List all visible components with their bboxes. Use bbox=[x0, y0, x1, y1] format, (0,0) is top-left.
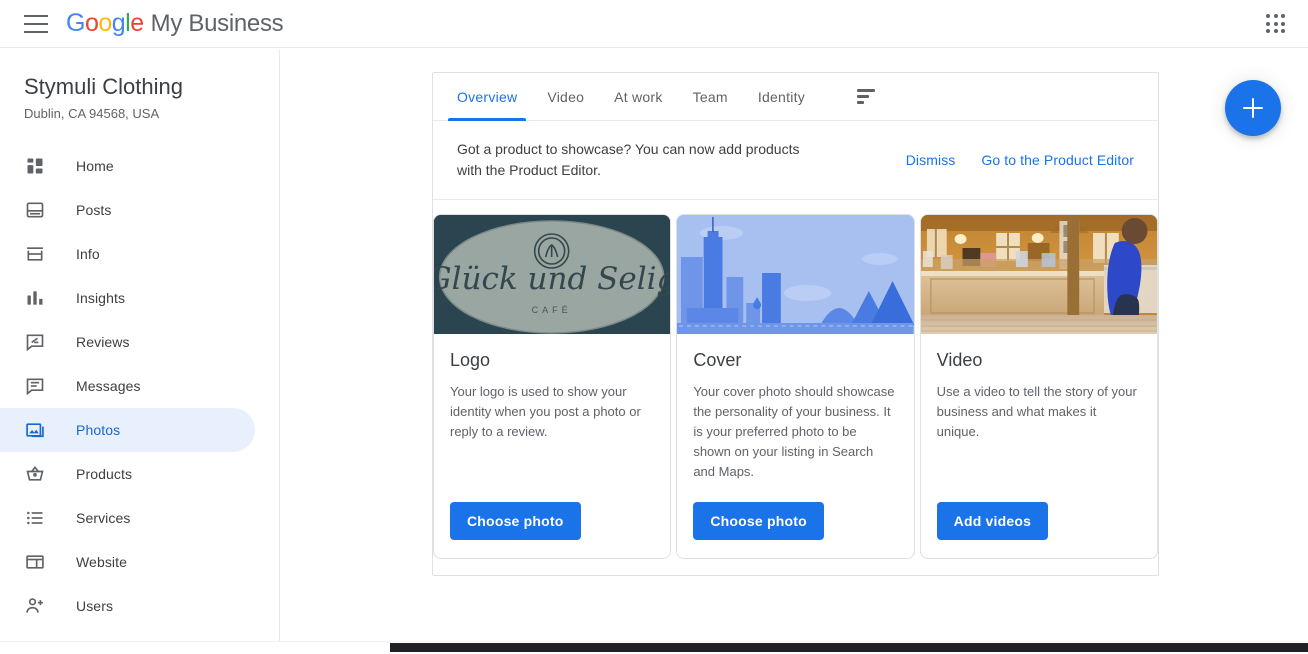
main-content: Overview Video At work Team Identity Got… bbox=[281, 49, 1308, 654]
sidebar-item-posts[interactable]: Posts bbox=[0, 188, 255, 232]
photo-cards: Glück und Selig CAFÉ Logo Your logo is u… bbox=[433, 200, 1158, 575]
card-footer: Choose photo bbox=[677, 502, 913, 558]
sidebar: Stymuli Clothing Dublin, CA 94568, USA H… bbox=[0, 49, 280, 654]
card-body: Logo Your logo is used to show your iden… bbox=[434, 334, 670, 502]
tab-identity[interactable]: Identity bbox=[758, 73, 805, 121]
review-icon bbox=[24, 331, 46, 353]
cover-city-illustration[interactable] bbox=[677, 215, 913, 334]
shop-interior-photo[interactable] bbox=[921, 215, 1157, 334]
horizontal-scrollbar[interactable] bbox=[281, 641, 1308, 654]
app-header: Google My Business bbox=[0, 0, 1308, 48]
svg-text:CAFÉ: CAFÉ bbox=[532, 305, 572, 315]
product-editor-banner: Got a product to showcase? You can now a… bbox=[433, 121, 1158, 200]
photo-icon bbox=[24, 419, 46, 441]
photo-tabs: Overview Video At work Team Identity bbox=[433, 73, 1158, 121]
card-footer: Choose photo bbox=[434, 502, 670, 558]
card-title: Video bbox=[937, 348, 1141, 372]
sidebar-item-label: Info bbox=[76, 246, 100, 262]
sidebar-item-label: Photos bbox=[76, 422, 120, 438]
card-cover: Cover Your cover photo should showcase t… bbox=[676, 214, 914, 559]
product-name: My Business bbox=[151, 10, 284, 38]
card-body: Cover Your cover photo should showcase t… bbox=[677, 334, 913, 502]
basket-icon bbox=[24, 463, 46, 485]
google-apps-grid-icon[interactable] bbox=[1262, 10, 1290, 38]
scrollbar-corner bbox=[0, 641, 281, 654]
sidebar-item-label: Home bbox=[76, 158, 114, 174]
business-address: Dublin, CA 94568, USA bbox=[24, 106, 279, 122]
sidebar-item-users[interactable]: Users bbox=[0, 584, 255, 628]
sidebar-item-label: Website bbox=[76, 554, 127, 570]
sidebar-item-website[interactable]: Website bbox=[0, 540, 255, 584]
message-icon bbox=[24, 375, 46, 397]
add-photo-fab[interactable] bbox=[1225, 80, 1281, 136]
banner-message: Got a product to showcase? You can now a… bbox=[457, 139, 817, 181]
hamburger-menu-icon[interactable] bbox=[24, 15, 48, 33]
card-description: Your cover photo should showcase the per… bbox=[693, 382, 897, 482]
card-footer: Add videos bbox=[921, 502, 1157, 558]
go-to-product-editor-button[interactable]: Go to the Product Editor bbox=[981, 152, 1134, 168]
svg-text:Glück und Selig: Glück und Selig bbox=[434, 261, 670, 297]
sidebar-item-info[interactable]: Info bbox=[0, 232, 255, 276]
dismiss-button[interactable]: Dismiss bbox=[906, 152, 956, 168]
brand-logo[interactable]: Google My Business bbox=[66, 9, 283, 38]
sidebar-item-home[interactable]: Home bbox=[0, 144, 255, 188]
posts-icon bbox=[24, 199, 46, 221]
sidebar-item-products[interactable]: Products bbox=[0, 452, 255, 496]
sidebar-nav: Home Posts Info Insights Reviews bbox=[0, 144, 279, 628]
tab-overview[interactable]: Overview bbox=[457, 73, 517, 121]
sidebar-item-label: Products bbox=[76, 466, 132, 482]
horizontal-scrollbar-thumb[interactable] bbox=[390, 643, 1308, 652]
card-body: Video Use a video to tell the story of y… bbox=[921, 334, 1157, 502]
sidebar-item-photos[interactable]: Photos bbox=[0, 408, 255, 452]
person-add-icon bbox=[24, 595, 46, 617]
card-title: Cover bbox=[693, 348, 897, 372]
sidebar-item-messages[interactable]: Messages bbox=[0, 364, 255, 408]
tab-video[interactable]: Video bbox=[547, 73, 584, 121]
choose-photo-cover-button[interactable]: Choose photo bbox=[693, 502, 824, 540]
sidebar-item-label: Reviews bbox=[76, 334, 130, 350]
card-description: Your logo is used to show your identity … bbox=[450, 382, 654, 442]
sidebar-item-label: Services bbox=[76, 510, 130, 526]
sidebar-item-services[interactable]: Services bbox=[0, 496, 255, 540]
sidebar-item-label: Posts bbox=[76, 202, 112, 218]
storefront-icon bbox=[24, 243, 46, 265]
sidebar-item-label: Insights bbox=[76, 290, 125, 306]
sidebar-item-label: Messages bbox=[76, 378, 141, 394]
website-icon bbox=[24, 551, 46, 573]
sidebar-item-reviews[interactable]: Reviews bbox=[0, 320, 255, 364]
card-video: Video Use a video to tell the story of y… bbox=[920, 214, 1158, 559]
list-icon bbox=[24, 507, 46, 529]
card-title: Logo bbox=[450, 348, 654, 372]
sort-icon[interactable] bbox=[857, 86, 879, 108]
card-description: Use a video to tell the story of your bu… bbox=[937, 382, 1141, 442]
choose-photo-logo-button[interactable]: Choose photo bbox=[450, 502, 581, 540]
bar-chart-icon bbox=[24, 287, 46, 309]
card-logo: Glück und Selig CAFÉ Logo Your logo is u… bbox=[433, 214, 671, 559]
photos-panel: Overview Video At work Team Identity Got… bbox=[432, 72, 1159, 576]
add-videos-button[interactable]: Add videos bbox=[937, 502, 1048, 540]
business-name: Stymuli Clothing bbox=[24, 73, 279, 101]
sidebar-item-insights[interactable]: Insights bbox=[0, 276, 255, 320]
tab-team[interactable]: Team bbox=[693, 73, 728, 121]
tab-at-work[interactable]: At work bbox=[614, 73, 662, 121]
banner-actions: Dismiss Go to the Product Editor bbox=[906, 152, 1134, 168]
logo-artwork[interactable]: Glück und Selig CAFÉ bbox=[434, 215, 670, 334]
google-logo: Google bbox=[66, 9, 144, 38]
dashboard-icon bbox=[24, 155, 46, 177]
sidebar-item-label: Users bbox=[76, 598, 113, 614]
